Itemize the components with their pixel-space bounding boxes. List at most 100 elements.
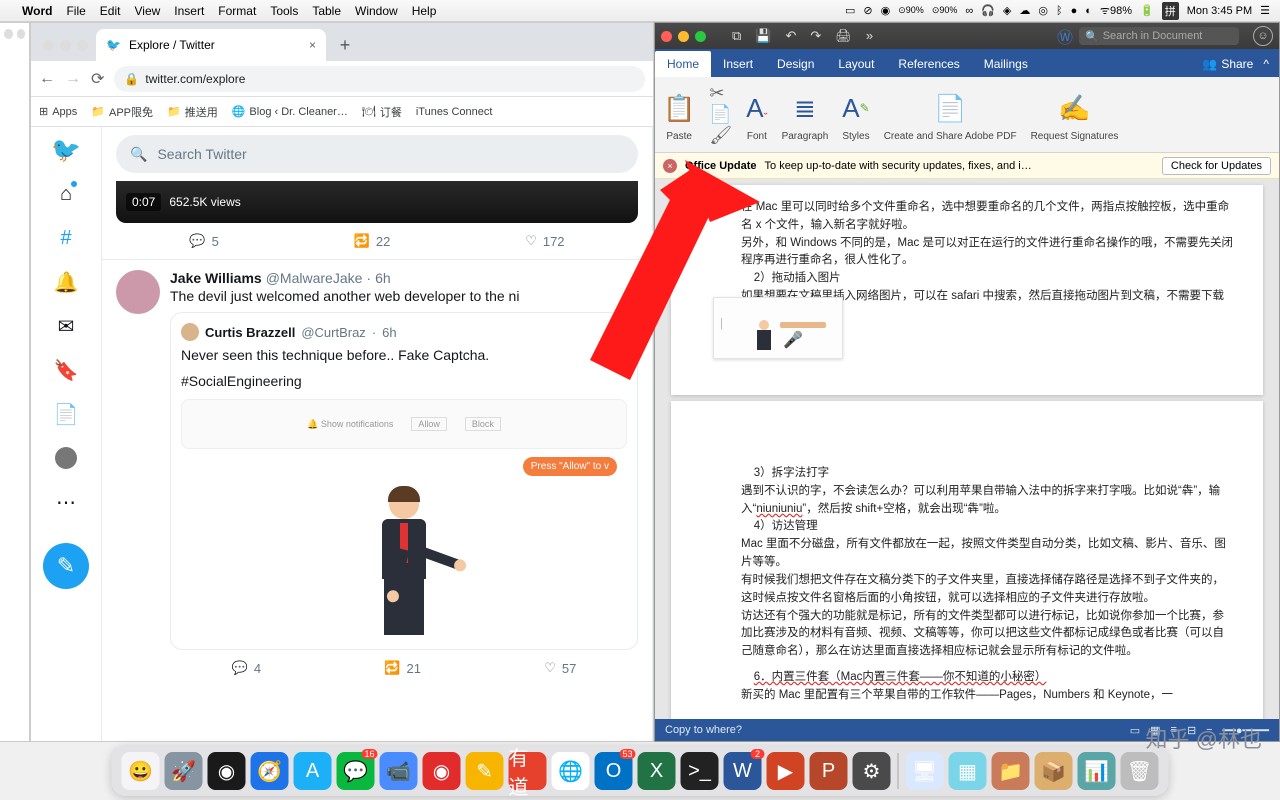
dock-app[interactable]: A [294,752,332,790]
dock-app[interactable]: ⚙ [853,752,891,790]
dock-recent[interactable]: 🖥 [906,752,944,790]
app-name[interactable]: Word [22,4,52,18]
menu-edit[interactable]: Edit [100,4,121,18]
dock-app[interactable]: ✎ [466,752,504,790]
qat-undo-icon[interactable]: ↶ [785,28,796,44]
nav-lists-icon[interactable]: 📄 [53,401,79,427]
menubar-cc-icon[interactable]: ◎ [1038,4,1048,17]
qat-save-icon[interactable]: 💾 [755,28,771,44]
document-page-2[interactable]: 3）拆字法打字 遇到不认识的字，不会读怎么办？可以利用苹果自带输入法中的拆字来打… [671,401,1263,719]
nav-explore-icon[interactable]: # [53,225,79,251]
ribbon-tab-insert[interactable]: Insert [711,51,765,77]
dock-app[interactable]: W2 [724,752,762,790]
reload-button[interactable]: ⟳ [91,69,104,89]
menubar-battery-icon[interactable]: 🔋 [1140,4,1154,17]
twitter-search[interactable]: 🔍 Search Twitter [116,135,638,173]
menu-tools[interactable]: Tools [270,4,298,18]
chrome-tab[interactable]: 🐦 Explore / Twitter × [96,29,326,61]
ribbon-tab-references[interactable]: References [886,51,971,77]
menubar-mem1[interactable]: ⊙90% [898,6,924,15]
qat-print-icon[interactable]: 🖨 [835,28,852,44]
nav-notifications-icon[interactable]: 🔔 [53,269,79,295]
menubar-siri-icon[interactable]: ◐ [1085,5,1092,17]
menubar-wifi-icon[interactable]: ᯤ 98% [1100,3,1132,18]
dock-recent[interactable]: 🗑 [1121,752,1159,790]
nav-more-icon[interactable]: ⋯ [53,489,79,515]
menubar-link-icon[interactable]: ∞ [965,5,973,17]
ribbon-tab-layout[interactable]: Layout [826,51,886,77]
bookmark-item[interactable]: 📁 APP限免 [91,104,153,120]
menu-file[interactable]: File [66,4,85,18]
quoted-tweet[interactable]: Curtis Brazzell @CurtBraz · 6h Never see… [170,312,638,650]
dock-app[interactable]: O53 [595,752,633,790]
tab-close-icon[interactable]: × [309,38,316,52]
word-search-input[interactable]: 🔍 Search in Document [1079,27,1239,45]
menubar-cloud-icon[interactable]: ☁ [1019,4,1030,17]
retweet-button[interactable]: 🔁 22 [354,233,391,249]
nav-profile-icon[interactable] [53,445,79,471]
ribbon-font[interactable]: AˬFont [746,87,767,142]
menubar-stop-icon[interactable]: ⊘ [863,4,872,17]
chrome-max-button[interactable] [77,40,88,51]
dock-recent[interactable]: 📁 [992,752,1030,790]
menubar-record-icon[interactable]: ◉ [881,4,891,17]
dock-recent[interactable]: ▦ [949,752,987,790]
dock-app[interactable]: ◉ [423,752,461,790]
bookmark-item[interactable]: 🍽 订餐 [362,104,402,120]
qat-more-icon[interactable]: » [866,28,873,44]
menubar-bluetooth-icon[interactable]: ᛒ [1056,5,1063,17]
word-document-area[interactable]: 在 Mac 里可以同时给多个文件重命名，选中想要重命名的几个文件，两指点按触控板… [655,179,1279,719]
dock-app[interactable]: 🌐 [552,752,590,790]
ribbon-clipboard-extra[interactable]: ✂📄🖌 [709,94,732,136]
twitter-logo-icon[interactable]: 🐦 [53,137,79,163]
menubar-dot-icon[interactable]: ● [1071,5,1078,17]
nav-bookmarks-icon[interactable]: 🔖 [53,357,79,383]
menu-insert[interactable]: Insert [174,4,204,18]
bookmark-item[interactable]: 🌐 Blog ‹ Dr. Cleaner… [232,105,348,118]
word-account-button[interactable]: ☺ [1253,26,1273,46]
menubar-headphones-icon[interactable]: 🎧 [981,4,995,17]
reply-button[interactable]: 💬 4 [232,660,261,676]
ribbon-styles[interactable]: A✎Styles [842,87,869,142]
menubar-ime[interactable]: 拼 [1162,2,1179,20]
ribbon-paste[interactable]: 📋Paste [663,87,695,142]
dock-app[interactable]: >_ [681,752,719,790]
dock-recent[interactable]: 📊 [1078,752,1116,790]
nav-home-icon[interactable]: ⌂ [53,181,79,207]
menubar-list-icon[interactable]: ☰ [1260,4,1270,17]
ribbon-paragraph[interactable]: ≣Paragraph [782,87,829,142]
word-close-button[interactable] [661,31,672,42]
dock-app[interactable]: 有道 [509,752,547,790]
menu-help[interactable]: Help [412,4,437,18]
dragged-image-preview[interactable]: | 🎤 [713,297,843,359]
menubar-video-icon[interactable]: ▭ [845,4,855,17]
dock-recent[interactable]: 📦 [1035,752,1073,790]
word-max-button[interactable] [695,31,706,42]
background-window[interactable] [0,22,30,742]
dock-app[interactable]: 😀 [122,752,160,790]
check-updates-button[interactable]: Check for Updates [1162,157,1271,175]
dock-app[interactable]: ▶ [767,752,805,790]
dock-app[interactable]: ◉ [208,752,246,790]
bookmark-item[interactable]: iTunes Connect [416,106,493,118]
share-button[interactable]: 👥 Share ^ [1192,51,1279,77]
retweet-button[interactable]: 🔁 21 [384,660,421,676]
view-focus-icon[interactable]: ▭ [1130,724,1140,737]
dock-app[interactable]: X [638,752,676,790]
ribbon-tab-design[interactable]: Design [765,51,826,77]
menu-window[interactable]: Window [355,4,398,18]
forward-button[interactable]: → [65,70,81,88]
new-tab-button[interactable]: + [332,32,358,58]
bookmark-apps[interactable]: ⊞ Apps [39,105,77,118]
dock-app[interactable]: 🧭 [251,752,289,790]
qat-redo-icon[interactable]: ↷ [810,28,821,44]
back-button[interactable]: ← [39,70,55,88]
tweet[interactable]: Jake Williams @MalwareJake · 6h The devi… [102,259,652,686]
document-page-1[interactable]: 在 Mac 里可以同时给多个文件重命名，选中想要重命名的几个文件，两指点按触控板… [671,185,1263,395]
dock-app[interactable]: P [810,752,848,790]
like-button[interactable]: ♡ 57 [544,660,576,676]
notice-close-icon[interactable]: × [663,159,677,173]
dock-app[interactable]: 📹 [380,752,418,790]
tweet-avatar[interactable] [116,270,160,314]
compose-tweet-button[interactable]: ✎ [43,543,89,589]
